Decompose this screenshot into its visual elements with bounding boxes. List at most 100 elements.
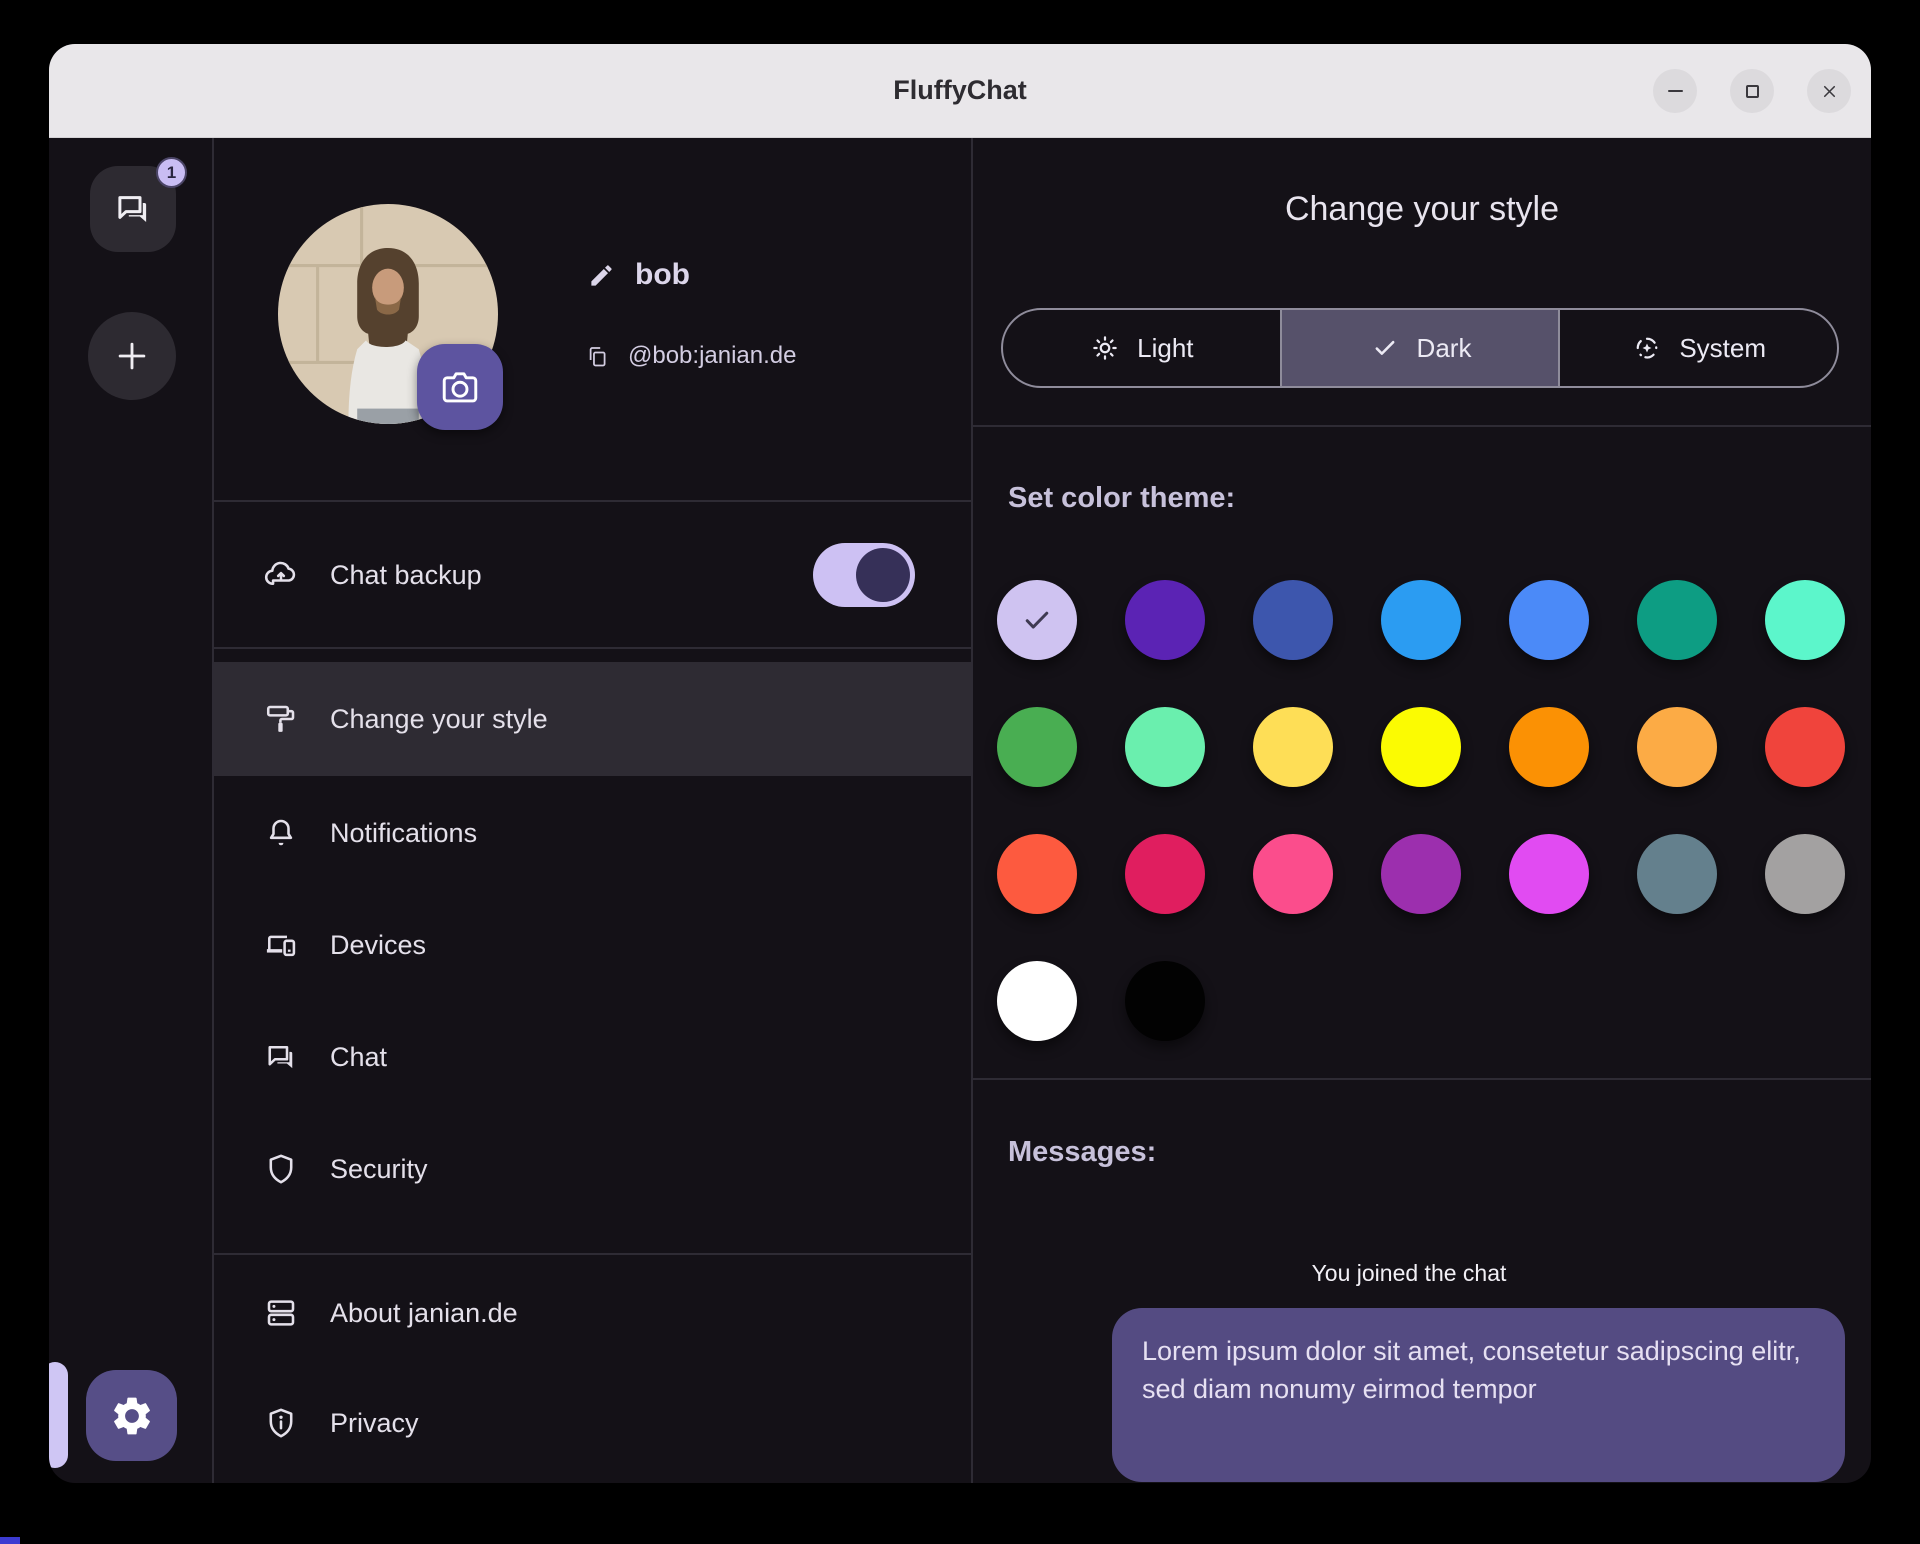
close-button[interactable] [1807, 69, 1851, 113]
color-swatch-020202[interactable] [1125, 961, 1205, 1041]
settings-item-notifications[interactable]: Notifications [214, 777, 971, 889]
swatch-cell [973, 556, 1101, 683]
color-swatch-3d56ad[interactable] [1253, 580, 1333, 660]
color-swatch-5b23b4[interactable] [1125, 580, 1205, 660]
settings-item-label: About janian.de [330, 1298, 518, 1329]
divider [214, 647, 971, 649]
chat-backup-label: Chat backup [330, 560, 482, 591]
color-swatch-e01e5f[interactable] [1125, 834, 1205, 914]
bell-icon [262, 814, 300, 852]
minimize-button[interactable] [1653, 69, 1697, 113]
theme-mode-dark[interactable]: Dark [1280, 310, 1559, 386]
swatch-cell [1357, 810, 1485, 937]
camera-icon [438, 365, 482, 409]
swatch-cell [1741, 556, 1869, 683]
cloud-upload-icon [262, 556, 300, 594]
check-icon [1369, 332, 1401, 364]
swatch-cell [1613, 810, 1741, 937]
panel-title: Change your style [973, 190, 1871, 229]
swatch-cell [1229, 810, 1357, 937]
swatch-cell [1229, 556, 1357, 683]
settings-item-label: Notifications [330, 818, 477, 849]
swatch-cell [1741, 683, 1869, 810]
color-swatch-4b8af8[interactable] [1509, 580, 1589, 660]
chat-bubbles-icon [262, 1038, 300, 1076]
color-swatch-ffffff[interactable] [997, 961, 1077, 1041]
color-swatch-6aefae[interactable] [1125, 707, 1205, 787]
color-swatch-f0443c[interactable] [1765, 707, 1845, 787]
color-swatch-fcab45[interactable] [1637, 707, 1717, 787]
display-name: bob [635, 258, 690, 292]
chat-bubbles-icon [112, 188, 154, 230]
matrix-id-row[interactable]: @bob:janian.de [585, 334, 797, 378]
maximize-button[interactable] [1730, 69, 1774, 113]
color-swatch-cfc3f1[interactable] [997, 580, 1077, 660]
divider [973, 425, 1871, 427]
theme-mode-label: Light [1137, 333, 1193, 364]
swatch-cell [1613, 683, 1741, 810]
gear-icon [109, 1393, 155, 1439]
color-swatch-9c2fae[interactable] [1381, 834, 1461, 914]
swatch-cell [1485, 556, 1613, 683]
maximize-icon [1746, 85, 1759, 98]
color-swatch-a3a1a1[interactable] [1765, 834, 1845, 914]
swatch-cell [973, 683, 1101, 810]
unread-badge: 1 [156, 157, 187, 188]
close-icon [1820, 82, 1839, 101]
copy-icon [585, 344, 610, 369]
window-title: FluffyChat [893, 75, 1026, 106]
color-swatch-2b9cf2[interactable] [1381, 580, 1461, 660]
color-swatch-e14bf2[interactable] [1509, 834, 1589, 914]
server-icon [262, 1294, 300, 1332]
auto-mode-icon [1631, 332, 1663, 364]
display-name-row[interactable]: bob [588, 248, 690, 302]
theme-mode-label: Dark [1417, 333, 1472, 364]
chat-backup-toggle[interactable] [813, 543, 915, 607]
minimize-icon [1668, 90, 1683, 92]
settings-item-chat[interactable]: Chat [214, 1001, 971, 1113]
color-swatch-fb4d8c[interactable] [1253, 834, 1333, 914]
color-swatch-49ae52[interactable] [997, 707, 1077, 787]
settings-item-about-janian-de[interactable]: About janian.de [214, 1257, 971, 1369]
swatch-cell [1613, 556, 1741, 683]
settings-button[interactable] [86, 1370, 177, 1461]
settings-item-change-your-style[interactable]: Change your style [214, 662, 971, 776]
swatch-cell [1485, 810, 1613, 937]
color-swatch-0d9d83[interactable] [1637, 580, 1717, 660]
theme-mode-light[interactable]: Light [1003, 310, 1280, 386]
screen: FluffyChat 1 [0, 0, 1920, 1544]
shield-info-icon [262, 1404, 300, 1442]
change-avatar-button[interactable] [417, 344, 503, 430]
divider [214, 1253, 971, 1255]
swatch-cell [1101, 937, 1229, 1064]
window-controls [1653, 44, 1851, 138]
matrix-id: @bob:janian.de [628, 342, 797, 370]
style-panel: Change your style Light Dark System Set … [973, 138, 1871, 1483]
edit-icon [588, 262, 615, 289]
divider [973, 1078, 1871, 1080]
color-swatch-5cf6cb[interactable] [1765, 580, 1845, 660]
color-swatch-fbfb02[interactable] [1381, 707, 1461, 787]
swatch-cell [1357, 683, 1485, 810]
color-swatch-64808d[interactable] [1637, 834, 1717, 914]
devices-icon [262, 926, 300, 964]
swatch-cell [1741, 810, 1869, 937]
color-swatch-fd5a3f[interactable] [997, 834, 1077, 914]
color-swatch-fede56[interactable] [1253, 707, 1333, 787]
app-window: FluffyChat 1 [49, 44, 1871, 1483]
system-message: You joined the chat [973, 1260, 1845, 1287]
toggle-knob [856, 548, 910, 602]
new-chat-button[interactable] [88, 312, 176, 400]
theme-mode-system[interactable]: System [1558, 310, 1837, 386]
settings-item-security[interactable]: Security [214, 1113, 971, 1225]
settings-item-devices[interactable]: Devices [214, 889, 971, 1001]
settings-item-privacy[interactable]: Privacy [214, 1367, 971, 1479]
color-swatch-fb9104[interactable] [1509, 707, 1589, 787]
settings-item-label: Security [330, 1154, 428, 1185]
message-bubble: Lorem ipsum dolor sit amet, consetetur s… [1112, 1308, 1845, 1482]
settings-item-label: Devices [330, 930, 426, 961]
titlebar: FluffyChat [49, 44, 1871, 138]
paint-roller-icon [262, 700, 300, 738]
color-theme-grid [973, 556, 1869, 1064]
theme-mode-label: System [1679, 333, 1766, 364]
